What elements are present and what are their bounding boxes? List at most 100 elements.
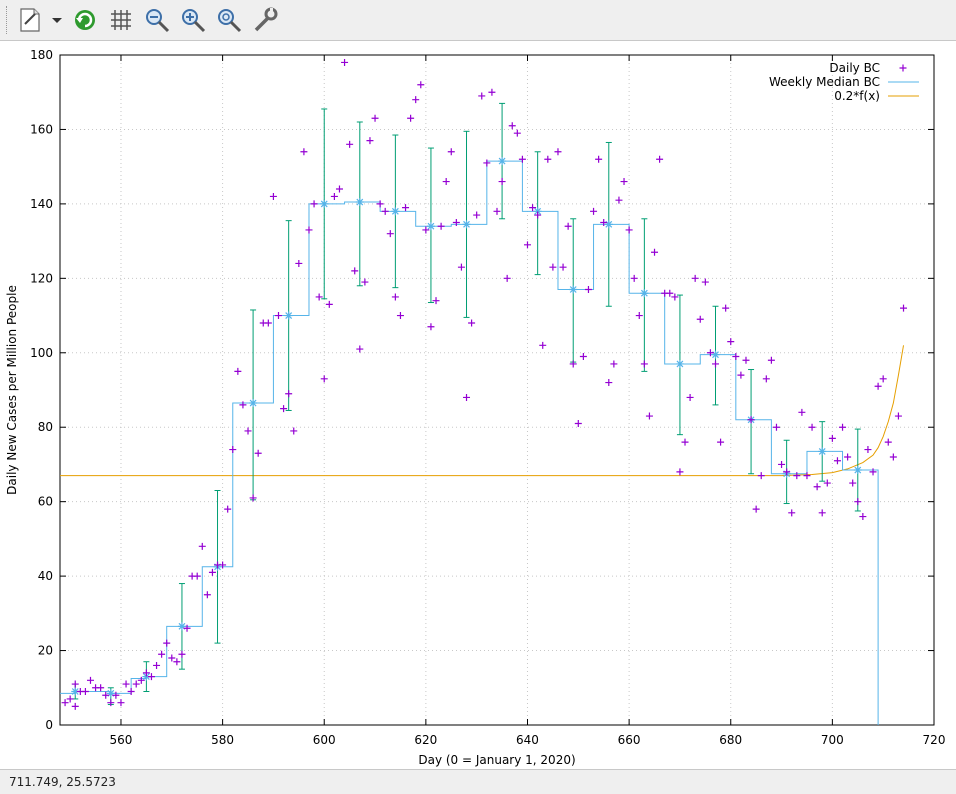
x-tick-label: 660: [618, 733, 641, 747]
axis-ticks: [60, 54, 935, 726]
daily-point: [310, 200, 318, 208]
median-marker: [853, 466, 862, 475]
x-tick-label: 560: [110, 733, 133, 747]
daily-point: [498, 178, 506, 186]
daily-point: [691, 274, 699, 282]
daily-point: [879, 375, 887, 383]
daily-point: [534, 211, 542, 219]
zoom-in-icon: [182, 9, 206, 33]
zoom-reset-icon: [218, 9, 242, 33]
export-button[interactable]: [14, 4, 46, 36]
daily-point: [574, 420, 582, 427]
daily-point: [432, 297, 440, 305]
x-tick-label: 600: [313, 733, 336, 747]
grid-button[interactable]: [105, 4, 137, 36]
daily-point: [818, 509, 826, 517]
x-tick-label: 680: [719, 733, 742, 747]
daily-point: [767, 356, 775, 364]
daily-point: [178, 650, 186, 658]
plot-frame: [59, 54, 935, 726]
daily-point: [168, 654, 176, 662]
daily-point: [300, 148, 308, 156]
x-tick-label: 640: [516, 733, 539, 747]
x-tick-label: 580: [211, 733, 234, 747]
daily-point: [778, 460, 786, 468]
daily-point: [97, 684, 105, 692]
daily-point: [859, 513, 867, 521]
daily-point: [341, 58, 349, 66]
median-marker: [249, 399, 258, 408]
x-tick-labels: 560 580 600 620 640 660 680 700 720: [110, 733, 946, 747]
daily-point: [447, 148, 455, 156]
daily-point: [234, 367, 242, 375]
y-tick-label: 180: [30, 48, 53, 62]
daily-point: [163, 639, 171, 647]
daily-point: [869, 468, 877, 476]
daily-point: [122, 680, 130, 688]
median-marker: [320, 199, 329, 208]
daily-point: [874, 382, 882, 390]
daily-point: [620, 178, 628, 186]
zoom-in-button[interactable]: [177, 4, 209, 36]
zoom-out-button[interactable]: [141, 4, 173, 36]
daily-point: [717, 438, 725, 446]
daily-point: [722, 304, 730, 312]
legend: Daily BC Weekly Median BC 0.2*f(x): [769, 61, 919, 103]
daily-point: [854, 498, 862, 506]
export-dropdown-button[interactable]: [44, 4, 70, 36]
daily-point: [833, 457, 841, 465]
daily-point: [376, 200, 384, 208]
daily-point: [884, 438, 892, 446]
daily-point: [793, 472, 801, 480]
median-marker: [675, 359, 684, 368]
y-tick-label: 160: [30, 122, 53, 136]
zoom-reset-button[interactable]: [213, 4, 245, 36]
daily-point: [529, 204, 537, 212]
daily-point: [625, 226, 633, 234]
weekly-median-layer: [60, 160, 879, 725]
daily-point: [386, 230, 394, 238]
y-tick-label: 60: [38, 495, 53, 509]
median-marker: [391, 207, 400, 216]
median-marker: [640, 289, 649, 298]
replot-button[interactable]: [69, 4, 101, 36]
y-tick-label: 0: [45, 718, 53, 732]
daily-point: [224, 505, 232, 513]
daily-point: [478, 92, 486, 100]
grid-lines: [60, 55, 934, 725]
daily-point: [295, 259, 303, 267]
median-marker: [498, 157, 507, 166]
daily-point: [66, 695, 74, 703]
daily-point: [198, 542, 206, 550]
daily-point: [676, 468, 684, 476]
daily-point: [290, 427, 298, 435]
daily-point: [371, 114, 379, 122]
daily-point: [412, 96, 420, 104]
daily-point: [569, 360, 577, 368]
daily-point: [772, 423, 780, 431]
daily-point: [844, 453, 852, 461]
fit-curve: [60, 345, 905, 477]
daily-point: [549, 263, 557, 271]
replot-icon: [75, 10, 95, 30]
daily-point: [127, 688, 135, 695]
y-tick-label: 100: [30, 346, 53, 360]
daily-point: [417, 81, 425, 89]
daily-point: [244, 427, 252, 435]
median-marker: [569, 285, 578, 294]
errorbar: [604, 141, 613, 307]
settings-button[interactable]: [249, 4, 281, 36]
daily-point: [640, 360, 648, 368]
daily-point: [610, 360, 618, 368]
daily-point: [117, 699, 125, 707]
daily-point: [752, 505, 760, 513]
errorbar: [249, 309, 258, 501]
grid-icon: [111, 10, 131, 30]
daily-point: [366, 137, 374, 145]
plot-area[interactable]: 560 580 600 620 640 660 680 700 720 0 20 40 60 80 100…: [0, 41, 956, 768]
daily-point: [173, 658, 181, 666]
daily-point: [61, 699, 69, 707]
weekly-median-line: [60, 160, 879, 725]
chart[interactable]: 560 580 600 620 640 660 680 700 720 0 20 40 60 80 100…: [0, 41, 956, 768]
y-tick-label: 20: [38, 644, 53, 658]
